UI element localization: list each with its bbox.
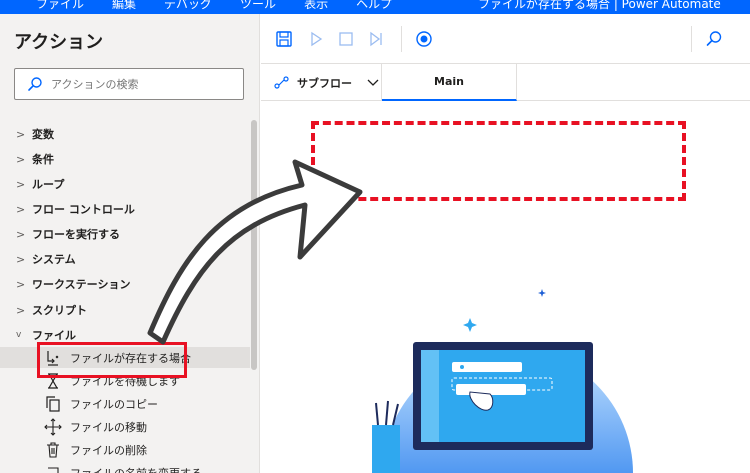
empty-flow-illustration bbox=[372, 280, 633, 473]
overlay-graphics bbox=[147, 159, 633, 473]
drag-arrow bbox=[147, 159, 363, 345]
